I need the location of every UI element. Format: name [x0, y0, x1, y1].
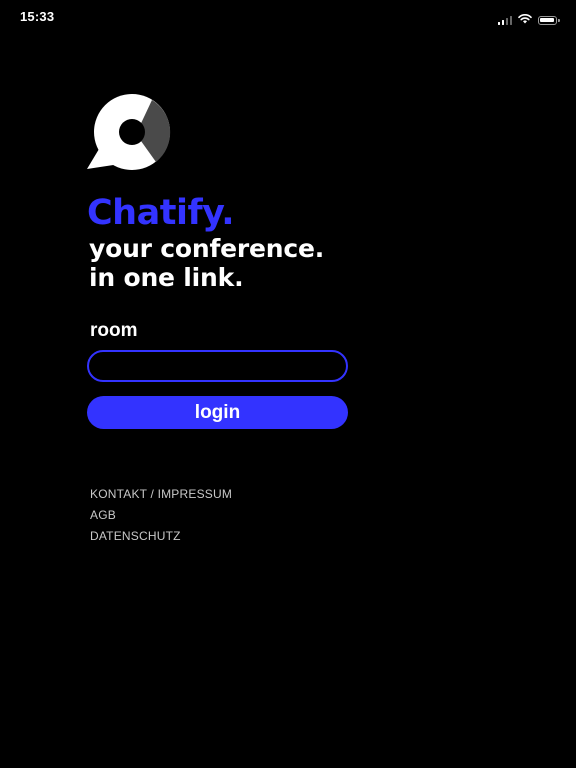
room-input[interactable]	[87, 350, 348, 382]
status-time: 15:33	[20, 9, 55, 24]
chat-bubble-logo-icon	[86, 94, 174, 174]
brand-name: Chatify.	[87, 193, 235, 233]
tagline-line-1: your conference.	[89, 234, 325, 263]
datenschutz-link[interactable]: DATENSCHUTZ	[90, 526, 232, 547]
status-icons	[497, 11, 560, 29]
footer-links: KONTAKT / IMPRESSUM AGB DATENSCHUTZ	[90, 484, 232, 547]
wifi-icon	[518, 11, 532, 29]
status-bar: 15:33	[0, 0, 576, 34]
login-screen: 15:33 Chatify. your conference. in one l…	[0, 0, 576, 768]
battery-icon	[538, 15, 560, 25]
kontakt-impressum-link[interactable]: KONTAKT / IMPRESSUM	[90, 484, 232, 505]
login-button[interactable]: login	[87, 396, 348, 429]
signal-icon	[497, 15, 512, 25]
tagline-line-2: in one link.	[89, 263, 244, 292]
agb-link[interactable]: AGB	[90, 505, 232, 526]
room-label: room	[90, 320, 138, 341]
tagline: your conference. in one link.	[89, 234, 324, 292]
